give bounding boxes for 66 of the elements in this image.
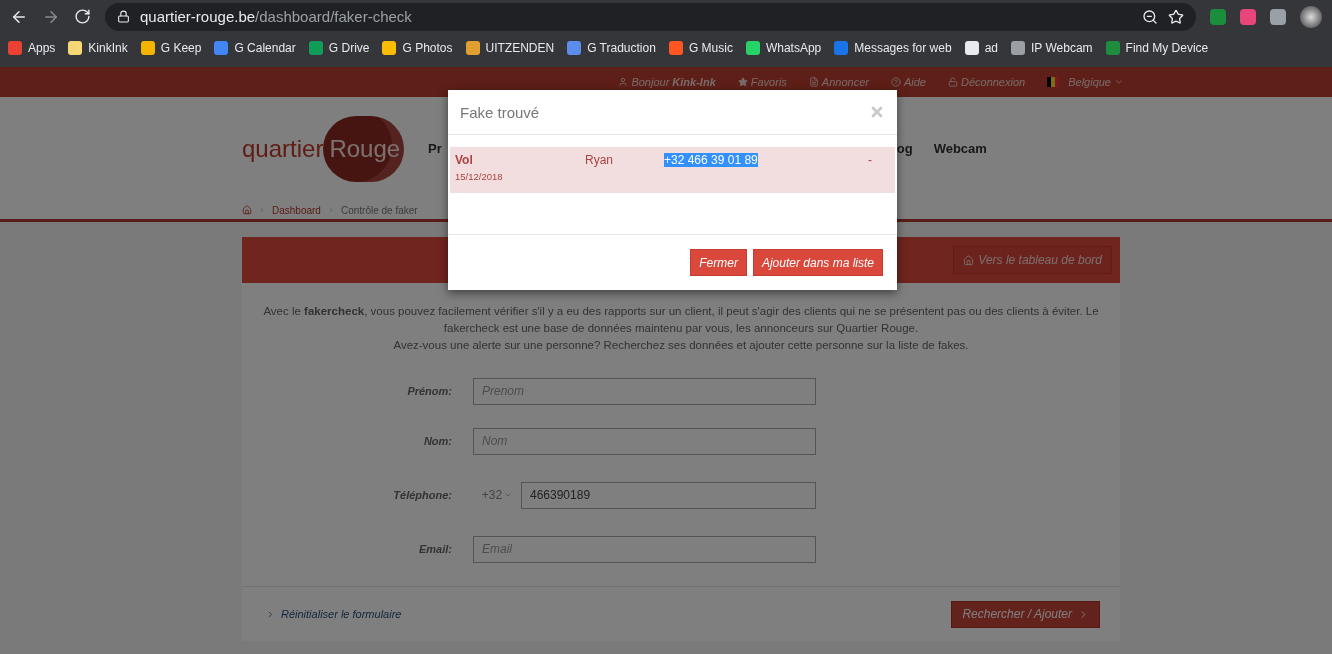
add-to-list-button[interactable]: Ajouter dans ma liste [752, 249, 883, 276]
intro-text: Avec le fakercheck, vous pouvez facilement vérifier s'il y a eu des rapports sur un client, il peut s'agir des clients qui ne se présentent pas ou des clients à éviter. Le fakercheck est une base de données maintenu par vous, les annonceurs sur Quartier Rouge. [262, 304, 1100, 336]
country-code-select[interactable]: +32 [473, 488, 521, 502]
table-cell-text: - [868, 153, 873, 167]
caret-icon [504, 491, 513, 499]
bookmark[interactable]: G Photos [382, 41, 453, 55]
bookmark[interactable]: UITZENDEN [465, 41, 555, 55]
top-link[interactable]: Belgique [1047, 76, 1124, 88]
file-icon [808, 77, 819, 87]
url-path: /dashboard/faker-check [255, 8, 412, 25]
flag-icon [1047, 77, 1060, 87]
star-icon [737, 77, 748, 87]
modal-title: Fake trouvé [460, 103, 540, 121]
nav-link[interactable]: Webcam [933, 141, 987, 156]
breadcrumb-link[interactable]: Dashboard [272, 204, 321, 216]
bookmark[interactable]: Find My Device [1105, 41, 1209, 55]
logo-badge[interactable]: Rouge [323, 115, 405, 182]
report-date: 15/12/2018 [455, 171, 504, 182]
client-name: Ryan [585, 153, 614, 167]
top-link[interactable]: Bonjour Kink-Ink [618, 76, 716, 88]
bookmark[interactable]: G Music [668, 41, 733, 55]
reset-link[interactable]: Réinitialiser le formulaire [266, 608, 402, 620]
intro-text: Avez-vous une alerte sur une personne? Recherchez ses données et ajouter cette personne sur la liste de fakes. [392, 338, 970, 353]
field-label: Email: [419, 543, 452, 555]
separator-icon [258, 206, 266, 214]
unlock-icon [947, 77, 958, 87]
lock-icon [117, 10, 130, 23]
bookmark[interactable]: Messages for web [834, 41, 952, 55]
field-label: Nom: [423, 435, 452, 447]
bookmark-star-icon[interactable] [1168, 8, 1184, 25]
dashboard-button[interactable]: Vers le tableau de bord [953, 246, 1112, 274]
nav-link[interactable]: Pr [428, 141, 442, 156]
bookmark[interactable]: WhatsApp [745, 41, 822, 55]
bookmark[interactable]: Apps [8, 41, 56, 55]
bookmark[interactable]: G Keep [140, 41, 202, 55]
nav-link[interactable]: og [896, 141, 913, 156]
reload-button[interactable] [74, 8, 91, 25]
profile-avatar[interactable] [1300, 5, 1322, 28]
bookmark[interactable]: ad [964, 41, 998, 55]
chevron-icon [266, 609, 275, 619]
top-link[interactable]: Annoncer [808, 76, 869, 88]
breadcrumb-link[interactable]: Contrôle de faker [340, 204, 418, 216]
bookmark[interactable]: G Drive [308, 41, 370, 55]
bookmark[interactable]: IP Webcam [1011, 41, 1093, 55]
field-label: Téléphone: [393, 489, 452, 501]
field-label: Prénom: [407, 385, 452, 397]
home-icon[interactable] [242, 205, 252, 215]
home-icon [963, 254, 975, 266]
caret-icon [1114, 77, 1124, 87]
close-dialog-button[interactable]: Fermer [690, 249, 747, 276]
user-icon [618, 77, 629, 87]
phone-number: +32 466 39 01 89 [664, 153, 758, 167]
top-link[interactable]: Déconnexion [947, 76, 1026, 88]
logo-text[interactable]: quartier [242, 134, 324, 163]
bookmark[interactable]: KinkInk [68, 41, 128, 55]
address-bar[interactable]: quartier-rouge.be/dashboard/faker-check [105, 2, 1196, 31]
bookmark[interactable]: G Traduction [567, 41, 656, 55]
report-type: Vol [455, 153, 474, 167]
top-link[interactable]: Aide [890, 76, 926, 88]
zoom-icon[interactable] [1142, 8, 1158, 25]
url-host: quartier-rouge.be [140, 8, 256, 25]
phone-field[interactable]: 466390189 [521, 481, 816, 509]
search-add-button[interactable]: Rechercher / Ajouter [951, 600, 1100, 628]
bookmark[interactable]: G Calendar [214, 41, 296, 55]
help-icon [890, 77, 901, 87]
top-link[interactable]: Favoris [737, 76, 787, 88]
